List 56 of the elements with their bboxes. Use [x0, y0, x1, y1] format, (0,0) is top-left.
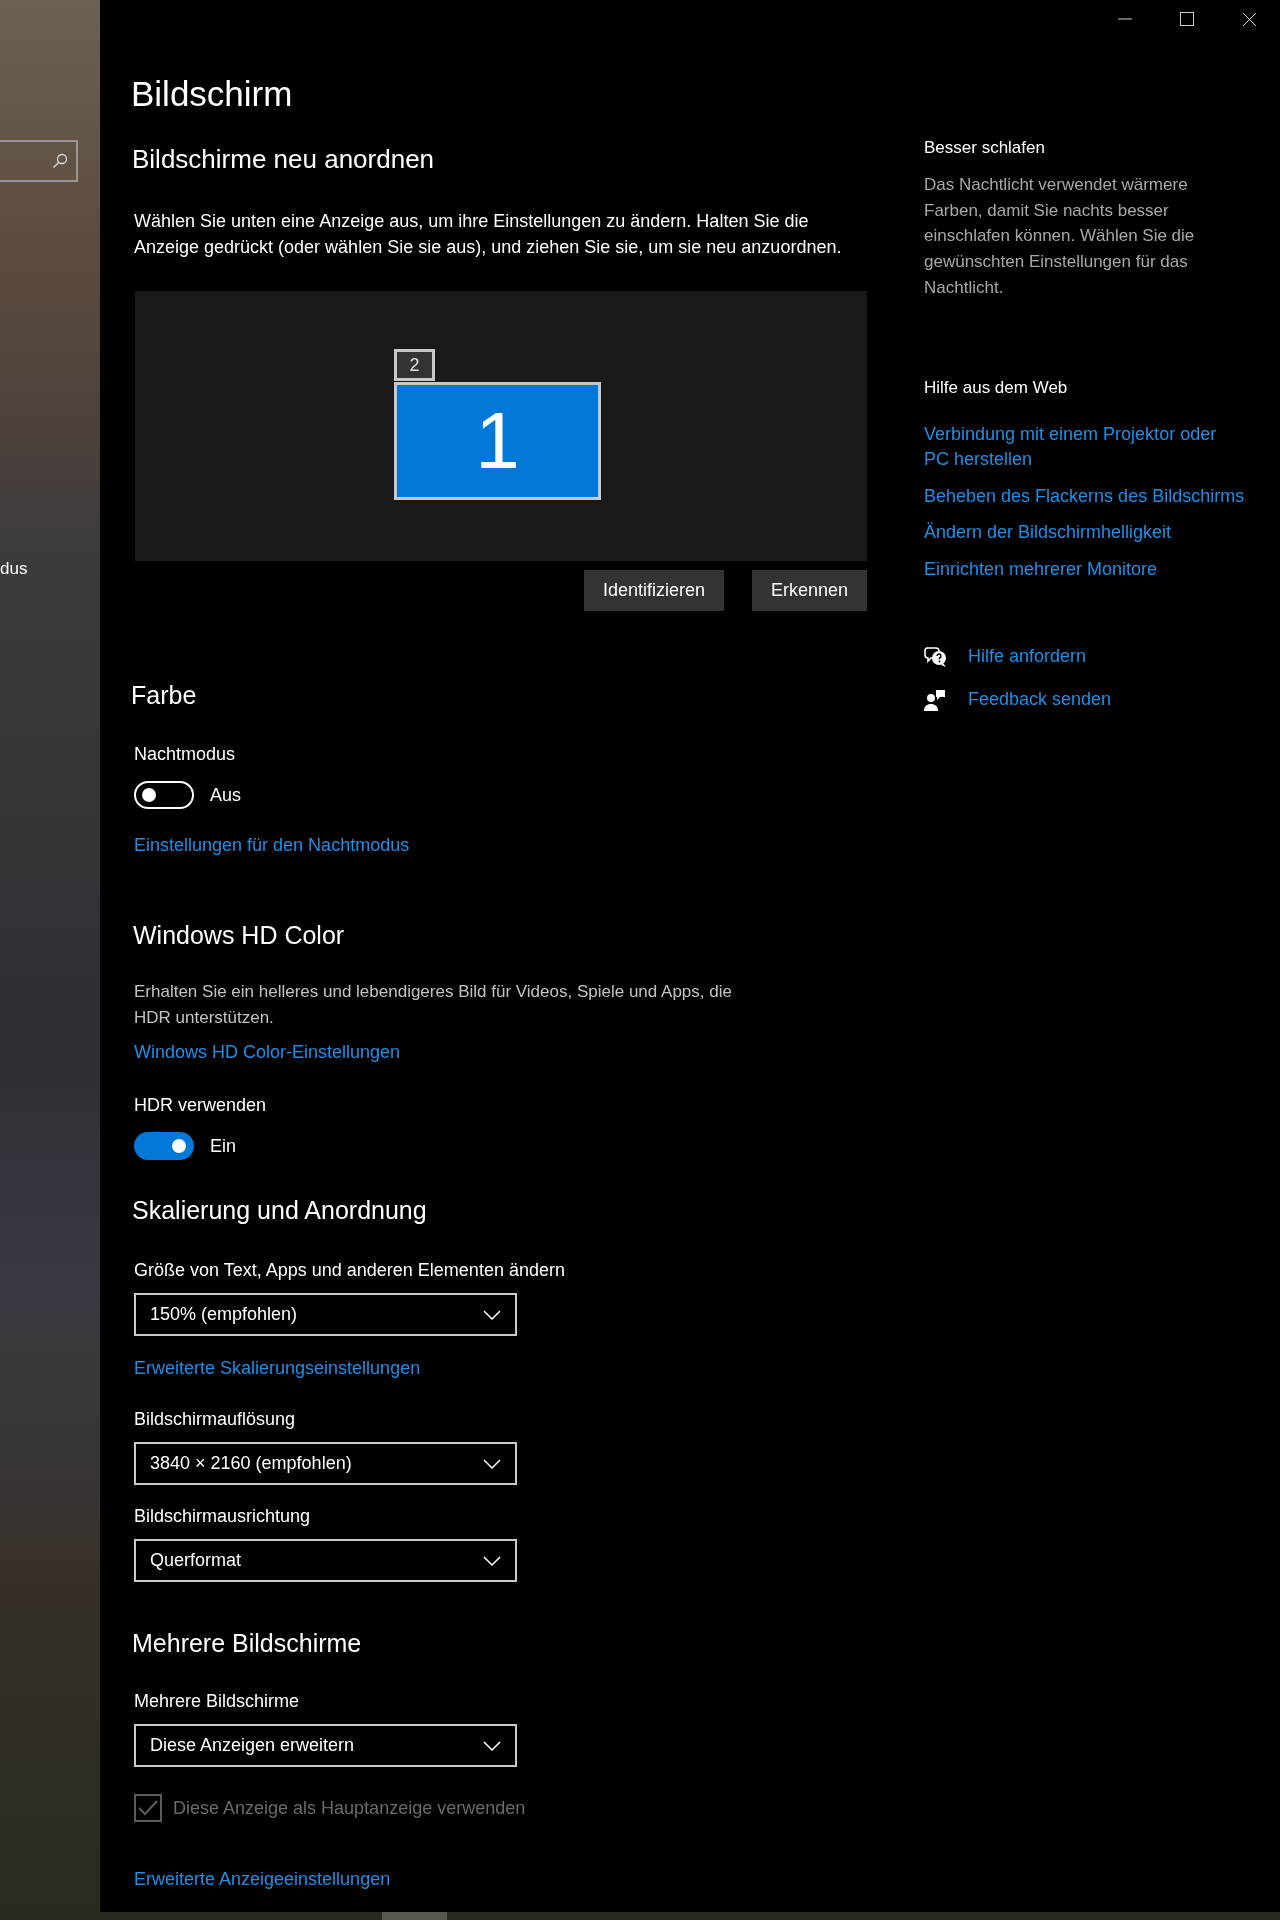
link[interactable]: Beheben des Flackerns des Bildschirms [924, 483, 1245, 509]
chevron-down-icon [483, 1740, 501, 1751]
action-button[interactable]: Identifizieren [583, 570, 724, 611]
section-heading: Bildschirme neu anordnen [132, 143, 436, 175]
dropdown-value: Diese Anzeigen erweitern [150, 1734, 355, 1757]
section-heading: Mehrere Bildschirme [132, 1628, 363, 1659]
link[interactable]: Ändern der Bildschirmhelligkeit [924, 520, 1245, 546]
action-button[interactable]: Erkennen [751, 570, 867, 611]
dropdown[interactable]: 3840 × 2160 (empfohlen) [134, 1442, 517, 1485]
description-text: Das Nachtlicht verwendet wärmere Farben, damit Sie nachts besser einschlafen können. Wählen Sie die gewünschten Einstellungen für das Nachtlicht. [924, 174, 1196, 299]
field-label: Größe von Text, Apps und anderen Elementen ändern [134, 1259, 566, 1282]
person-speech-icon [924, 688, 948, 711]
chevron-down-icon [483, 1309, 501, 1320]
dropdown[interactable]: 150% (empfohlen) [134, 1293, 517, 1336]
link[interactable]: Einrichten mehrerer Monitore [924, 556, 1245, 582]
link[interactable]: Erweiterte Skalierungseinstellungen [134, 1355, 890, 1381]
sidebar-heading: Hilfe aus dem Web [924, 376, 1069, 399]
toggle-switch[interactable] [134, 781, 194, 809]
link[interactable]: Einstellungen für den Nachtmodus [134, 832, 890, 858]
field-label: HDR verwenden [134, 1094, 268, 1117]
search-field[interactable] [0, 140, 78, 182]
link[interactable]: Verbindung mit einem Projektor oder PC herstellen [924, 421, 1245, 473]
search-icon [52, 153, 68, 169]
scrollbar-thumb[interactable] [382, 1912, 447, 1920]
monitor-tile[interactable]: 2 [394, 349, 435, 381]
close-icon[interactable] [1241, 11, 1257, 27]
link[interactable]: Erweiterte Anzeigeeinstellungen [134, 1866, 890, 1892]
chevron-down-icon [483, 1458, 501, 1469]
link[interactable]: Windows HD Color-Einstellungen [134, 1039, 890, 1065]
description-text: Erhalten Sie ein helleres und lebendigeres Bild für Videos, Spiele und Apps, die HDR unterstützen. [134, 981, 733, 1029]
link[interactable]: Feedback senden [968, 686, 1112, 713]
sidebar-heading: Besser schlafen [924, 137, 1046, 159]
dropdown[interactable]: Querformat [134, 1539, 517, 1582]
monitor-tile[interactable]: 1 [394, 382, 601, 500]
maximize-icon[interactable] [1180, 12, 1194, 26]
link[interactable]: Hilfe anfordern [968, 643, 1087, 670]
chevron-down-icon [483, 1555, 501, 1566]
chat-bubbles-icon [924, 645, 948, 668]
page-title: Bildschirm [131, 73, 294, 115]
dropdown-value: Querformat [150, 1549, 242, 1572]
toggle-switch[interactable] [134, 1132, 194, 1160]
dropdown-value: 150% (empfohlen) [150, 1303, 298, 1326]
dropdown[interactable]: Diese Anzeigen erweitern [134, 1724, 517, 1767]
field-label: Bildschirmausrichtung [134, 1505, 312, 1528]
section-heading: Farbe [131, 680, 198, 711]
section-heading: Skalierung und Anordnung [132, 1195, 428, 1226]
sidebar-item[interactable]: dus [0, 556, 28, 582]
field-label: Bildschirmauflösung [134, 1408, 297, 1431]
checkbox-label: Diese Anzeige als Hauptanzeige verwenden [173, 1796, 526, 1820]
toggle-state-label: Aus [210, 783, 242, 807]
description-text: Wählen Sie unten eine Anzeige aus, um ihre Einstellungen zu ändern. Halten Sie die Anzeige gedrückt (oder wählen Sie sie aus), und ziehen Sie sie, um sie neu anzuordnen. [134, 210, 843, 259]
dropdown-value: 3840 × 2160 (empfohlen) [150, 1452, 352, 1475]
field-label: Mehrere Bildschirme [134, 1690, 301, 1713]
section-heading: Windows HD Color [133, 920, 346, 951]
toggle-state-label: Ein [210, 1134, 236, 1158]
field-label: Nachtmodus [134, 743, 237, 766]
